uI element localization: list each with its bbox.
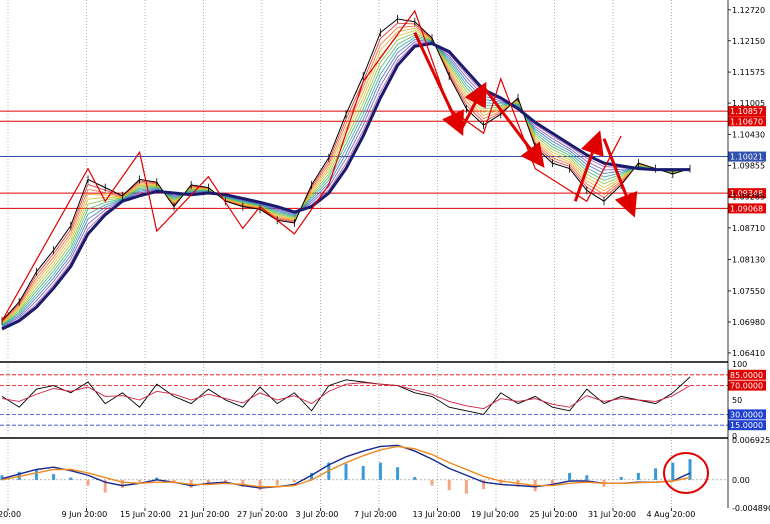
rsi-panel: 85.000070.000030.000015.0000100500 [0, 360, 766, 441]
ma-ribbon-line [1, 32, 691, 325]
macd-histogram-bar [396, 467, 400, 480]
macd-histogram-bar [275, 479, 279, 486]
level-label: 1.09068 [730, 204, 763, 213]
price-tick-label: 1.07550 [732, 287, 765, 296]
macd-histogram-bar [413, 476, 417, 480]
macd-tick-label: 0.00 [732, 476, 750, 485]
macd-histogram-bar [344, 463, 348, 480]
macd-histogram-bar [361, 466, 365, 480]
zigzag [1, 9, 622, 322]
x-tick-label: 13 Jul 20:00 [413, 510, 461, 519]
macd-histogram-bar [636, 472, 640, 480]
price-tick-label: 1.08710 [732, 224, 765, 233]
x-tick-label: 15 Jun 20:00 [120, 510, 171, 519]
macd-histogram-bar [464, 479, 468, 494]
rsi-level-label: 30.0000 [730, 410, 763, 419]
x-tick-label: 3 Jul 20:00 [296, 510, 339, 519]
macd-histogram-bar [430, 479, 434, 486]
macd-histogram-bar [619, 476, 623, 480]
x-tick-label: 7 Jul 20:00 [354, 510, 397, 519]
rsi-level-label: 85.0000 [730, 371, 763, 380]
x-tick-label: Jun 20:00 [0, 510, 21, 519]
x-tick-label: 21 Jun 20:00 [179, 510, 230, 519]
ma-ribbon-line [1, 36, 691, 327]
x-tick-label: 25 Jul 20:00 [530, 510, 578, 519]
rsi-tick-label: 100 [732, 360, 747, 369]
ma-ribbon [1, 22, 691, 329]
ma-ribbon-line [1, 27, 691, 324]
macd-histogram-bar [34, 469, 38, 480]
macd-histogram-bar [258, 479, 262, 491]
chart-root: 1.10857 1.10670 1.10021 1.09348 1.09068 85.0… [0, 0, 770, 520]
macd-histogram-bar [378, 462, 382, 480]
price-tick-label: 1.09855 [732, 162, 765, 171]
rsi-signal-line [1, 382, 691, 410]
ma-ribbon-line [1, 30, 691, 325]
price-tick-label: 1.06410 [732, 349, 765, 358]
macd-histogram-bar [86, 479, 90, 486]
macd-histogram-bar [568, 472, 572, 480]
rsi-tick-label: 50 [732, 396, 742, 405]
rsi-level-label: 70.0000 [730, 382, 763, 391]
level-label: 1.10021 [730, 153, 763, 162]
price-tick-label: 1.10430 [732, 130, 765, 139]
annotation-circle [663, 451, 709, 494]
ma-ribbon-line [1, 39, 691, 328]
macd-histogram-bar [585, 475, 589, 480]
macd-histogram-bar [69, 477, 73, 480]
price-tick-label: 1.09285 [732, 193, 765, 202]
x-tick-label: 31 Jul 20:00 [588, 510, 636, 519]
x-axis-ticks: Jun 20:00 9 Jun 20:00 15 Jun 20:00 21 Jun 2… [0, 508, 695, 519]
price-tick-label: 1.11575 [732, 68, 765, 77]
grid [7, 0, 672, 508]
x-tick-label: 19 Jul 20:00 [471, 510, 519, 519]
macd-histogram-bar [52, 474, 56, 480]
x-tick-label: 9 Jun 20:00 [62, 510, 108, 519]
macd-histogram-bar [671, 462, 675, 480]
macd-tick-label: -0.0048908 [732, 504, 770, 513]
macd-histogram-bar [688, 459, 692, 480]
macd-panel: 0.0069255 0.00 -0.0048908 [0, 436, 770, 513]
price-tick-label: 1.08130 [732, 255, 765, 264]
macd-histogram-bar [447, 479, 451, 491]
macd-histogram-bar [654, 468, 658, 480]
x-tick-label: 27 Jun 20:00 [237, 510, 288, 519]
level-label: 1.10670 [730, 117, 763, 126]
price-tick-label: 1.11005 [732, 99, 765, 108]
macd-tick-label: 0.0069255 [732, 436, 770, 445]
zigzag-line [1, 9, 622, 322]
macd-histogram-bar [120, 479, 124, 488]
price-tick-label: 1.06980 [732, 318, 765, 327]
x-tick-label: 4 Aug 20:00 [647, 510, 696, 519]
rsi-level-label: 15.0000 [730, 421, 763, 430]
macd-histogram-bar [292, 479, 296, 483]
forex-chart: 1.108571.106701.100211.093481.09068 85.0… [0, 0, 770, 519]
macd-histogram-bar [138, 479, 142, 483]
price-tick-label: 1.12150 [732, 37, 765, 46]
level-label: 1.10857 [730, 107, 763, 116]
price-tick-label: 1.12720 [732, 6, 765, 15]
